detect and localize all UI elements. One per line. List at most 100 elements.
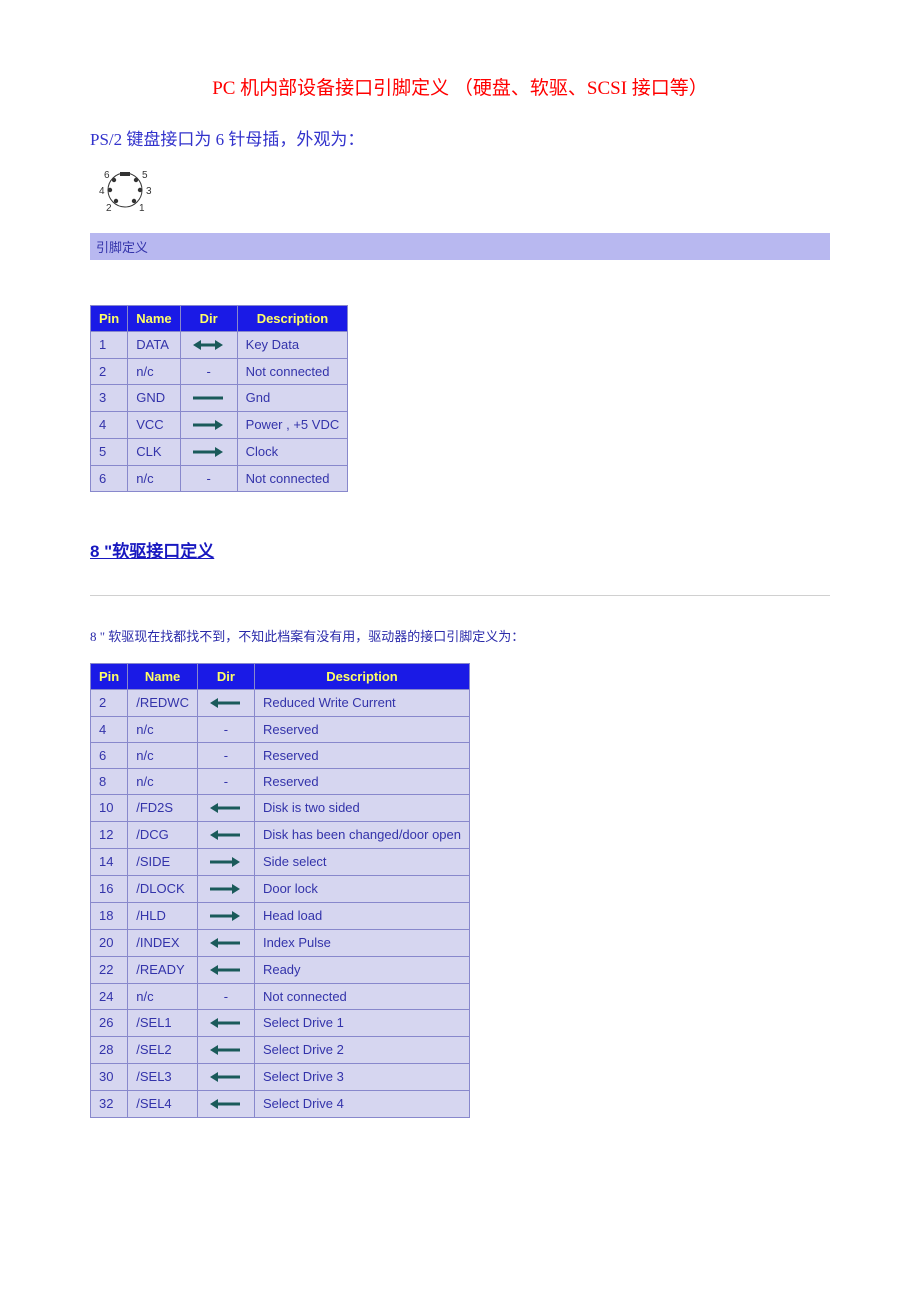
cell-name: /DCG (128, 821, 198, 848)
divider (90, 595, 830, 596)
cell-description: Disk has been changed/door open (254, 821, 469, 848)
cell-pin: 14 (91, 848, 128, 875)
cell-dir (197, 1090, 254, 1117)
table-row: 8n/c-Reserved (91, 768, 470, 794)
cell-name: /HLD (128, 902, 198, 929)
left-arrow-icon (206, 962, 246, 978)
floppy-pin-table: Pin Name Dir Description 2/REDWCReduced … (90, 663, 470, 1118)
cell-pin: 30 (91, 1063, 128, 1090)
cell-description: Not connected (237, 465, 348, 491)
col-name: Name (128, 305, 180, 331)
cell-description: Reserved (254, 716, 469, 742)
cell-description: Door lock (254, 875, 469, 902)
cell-name: /READY (128, 956, 198, 983)
table-row: 26/SEL1Select Drive 1 (91, 1009, 470, 1036)
svg-text:3: 3 (146, 186, 152, 197)
col-desc: Description (237, 305, 348, 331)
cell-description: Reserved (254, 768, 469, 794)
table-row: 32/SEL4Select Drive 4 (91, 1090, 470, 1117)
table-row: 12/DCG Disk has been changed/door open (91, 821, 470, 848)
col-name: Name (128, 663, 198, 689)
ps2-banner: 引脚定义 (90, 233, 830, 260)
cell-dir (197, 689, 254, 716)
floppy-section-link[interactable]: 8 "软驱接口定义 (90, 537, 214, 562)
cell-pin: 22 (91, 956, 128, 983)
cell-dir (197, 956, 254, 983)
none-arrow-icon: - (224, 774, 228, 789)
cell-description: Reserved (254, 742, 469, 768)
cell-name: /FD2S (128, 794, 198, 821)
table-row: 30/SEL3 Select Drive 3 (91, 1063, 470, 1090)
cell-description: Key Data (237, 331, 348, 358)
table-row: 2/REDWCReduced Write Current (91, 689, 470, 716)
cell-description: Ready (254, 956, 469, 983)
cell-description: Not connected (237, 358, 348, 384)
table-row: 24n/c-Not connected (91, 983, 470, 1009)
col-pin: Pin (91, 305, 128, 331)
cell-dir (197, 1063, 254, 1090)
cell-pin: 5 (91, 438, 128, 465)
table-row: 10/FD2SDisk is two sided (91, 794, 470, 821)
right-arrow-icon (189, 417, 229, 433)
right-arrow-icon (189, 444, 229, 460)
cell-name: n/c (128, 983, 198, 1009)
cell-dir (180, 411, 237, 438)
cell-pin: 28 (91, 1036, 128, 1063)
cell-dir (197, 929, 254, 956)
svg-text:2: 2 (106, 203, 112, 214)
cell-description: Index Pulse (254, 929, 469, 956)
none-arrow-icon: - (224, 748, 228, 763)
cell-dir: - (197, 742, 254, 768)
cell-name: n/c (128, 742, 198, 768)
table-row: 4n/c-Reserved (91, 716, 470, 742)
cell-description: Side select (254, 848, 469, 875)
cell-pin: 26 (91, 1009, 128, 1036)
left-arrow-icon (206, 695, 246, 711)
cell-dir (180, 438, 237, 465)
left-arrow-icon (206, 1015, 246, 1031)
cell-pin: 2 (91, 358, 128, 384)
cell-name: /SEL2 (128, 1036, 198, 1063)
cell-dir: - (197, 768, 254, 794)
cell-name: /SEL3 (128, 1063, 198, 1090)
cell-name: VCC (128, 411, 180, 438)
cell-dir (197, 848, 254, 875)
cell-name: n/c (128, 768, 198, 794)
left-arrow-icon (206, 827, 246, 843)
table-row: 2n/c-Not connected (91, 358, 348, 384)
cell-name: /SEL4 (128, 1090, 198, 1117)
left-arrow-icon (206, 1096, 246, 1112)
none-arrow-icon: - (206, 364, 210, 379)
svg-text:1: 1 (139, 203, 145, 214)
cell-pin: 20 (91, 929, 128, 956)
cell-dir (197, 875, 254, 902)
cell-name: /SIDE (128, 848, 198, 875)
ps2-subtitle: PS/2 键盘接口为 6 针母插，外观为： (90, 125, 830, 150)
cell-name: /INDEX (128, 929, 198, 956)
left-arrow-icon (206, 800, 246, 816)
cell-dir: - (197, 983, 254, 1009)
cell-name: /DLOCK (128, 875, 198, 902)
none-arrow-icon: - (206, 471, 210, 486)
cell-pin: 24 (91, 983, 128, 1009)
cell-dir (180, 384, 237, 411)
left-arrow-icon (206, 1069, 246, 1085)
cell-dir (197, 821, 254, 848)
cell-description: Select Drive 3 (254, 1063, 469, 1090)
table-row: 20/INDEX Index Pulse (91, 929, 470, 956)
cell-description: Gnd (237, 384, 348, 411)
table-row: 16/DLOCKDoor lock (91, 875, 470, 902)
table-row: 1DATAKey Data (91, 331, 348, 358)
cell-pin: 12 (91, 821, 128, 848)
cell-name: /SEL1 (128, 1009, 198, 1036)
cell-dir (197, 902, 254, 929)
left-arrow-icon (206, 935, 246, 951)
cell-pin: 32 (91, 1090, 128, 1117)
col-dir: Dir (197, 663, 254, 689)
none-arrow-icon: - (224, 989, 228, 1004)
cell-description: Reduced Write Current (254, 689, 469, 716)
cell-pin: 6 (91, 742, 128, 768)
table-row: 22/READY Ready (91, 956, 470, 983)
left-arrow-icon (206, 1042, 246, 1058)
cell-pin: 2 (91, 689, 128, 716)
